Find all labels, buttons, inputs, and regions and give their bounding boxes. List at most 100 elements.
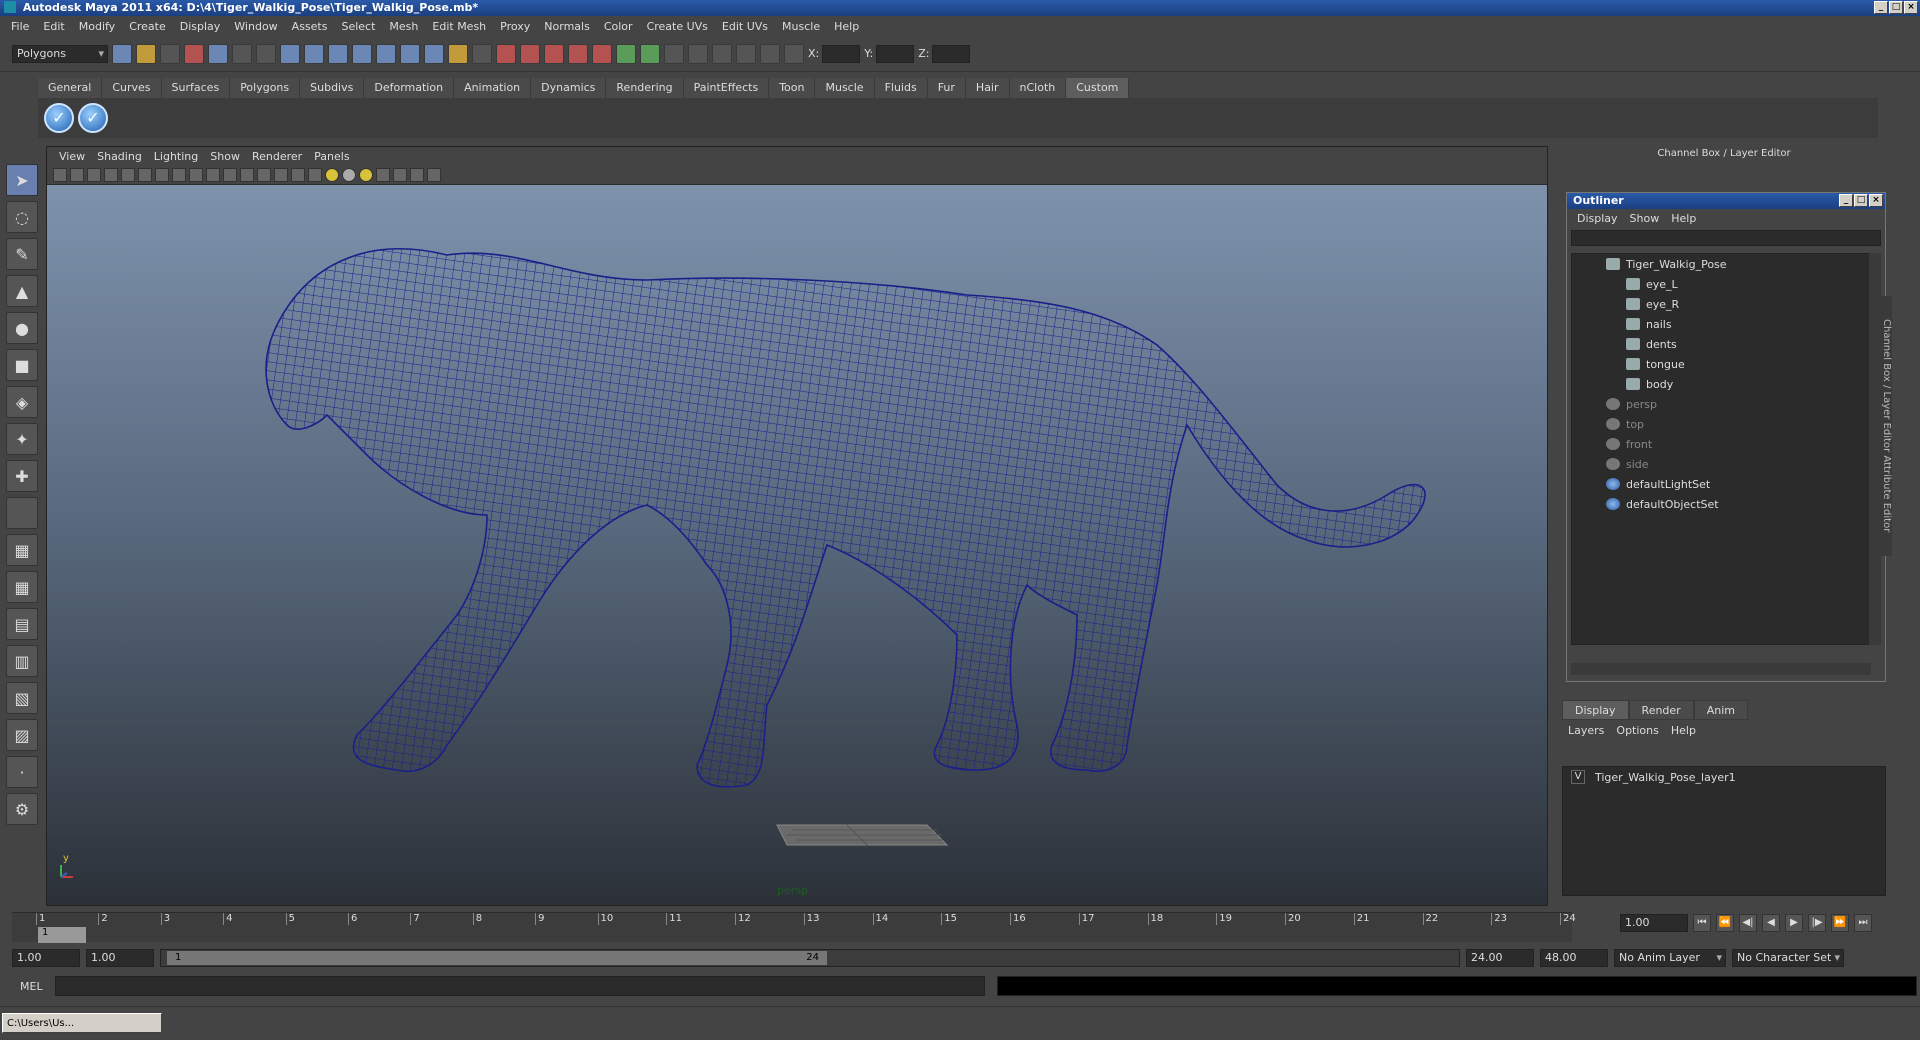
select-hierarchy-icon[interactable] <box>184 43 204 64</box>
rotate-tool-icon[interactable]: ● <box>6 312 38 344</box>
range-slider-handle[interactable]: 1 24 <box>167 951 827 965</box>
hypershade-layout-icon[interactable]: ▧ <box>6 682 38 714</box>
outliner-minimize-button[interactable]: _ <box>1839 194 1853 207</box>
shelf-tab-deformation[interactable]: Deformation <box>364 78 455 98</box>
viewport-menu-show[interactable]: Show <box>204 150 246 163</box>
camera-icon-4[interactable] <box>760 43 780 64</box>
camera-icon-2[interactable] <box>712 43 732 64</box>
layer-tab-render[interactable]: Render <box>1628 700 1694 720</box>
animation-start-field[interactable]: 1.00 <box>12 949 80 967</box>
camera-icon[interactable] <box>688 43 708 64</box>
select-tool-icon[interactable]: ➤ <box>6 164 38 196</box>
outliner-item[interactable]: front <box>1572 434 1870 454</box>
close-button[interactable]: × <box>1904 1 1918 14</box>
outliner-menu-show[interactable]: Show <box>1624 212 1666 225</box>
character-set-dropdown[interactable]: No Character Set <box>1732 949 1844 967</box>
viewport-menu-lighting[interactable]: Lighting <box>148 150 204 163</box>
menu-set-dropdown[interactable]: Polygons <box>12 44 108 63</box>
graph-layout-icon[interactable]: ▥ <box>6 645 38 677</box>
layer-visibility-toggle[interactable]: V <box>1571 770 1585 784</box>
layer-menu-layers[interactable]: Layers <box>1562 724 1610 737</box>
step-back-key-icon[interactable]: ◀| <box>1739 914 1757 932</box>
menu-normals[interactable]: Normals <box>537 20 597 33</box>
outliner-horizontal-scrollbar[interactable] <box>1571 663 1871 675</box>
animation-end-field[interactable]: 48.00 <box>1540 949 1608 967</box>
layer-tab-anim[interactable]: Anim <box>1693 700 1748 720</box>
grid-icon[interactable] <box>138 167 152 182</box>
outliner-item[interactable]: dents <box>1572 334 1870 354</box>
outliner-item[interactable]: defaultLightSet <box>1572 474 1870 494</box>
menu-assets[interactable]: Assets <box>285 20 335 33</box>
mel-input[interactable] <box>54 976 985 996</box>
menu-help[interactable]: Help <box>827 20 866 33</box>
render-view-icon[interactable] <box>592 43 612 64</box>
anim-layer-dropdown[interactable]: No Anim Layer <box>1614 949 1726 967</box>
xray-icon[interactable] <box>393 167 407 182</box>
move-tool-icon[interactable]: ▲ <box>6 275 38 307</box>
resolution-gate-icon[interactable] <box>172 167 186 182</box>
outliner-item[interactable]: body <box>1572 374 1870 394</box>
menu-modify[interactable]: Modify <box>72 20 122 33</box>
toolbox-options-icon[interactable]: ⚙ <box>6 793 38 825</box>
image-plane-icon[interactable] <box>104 167 118 182</box>
filter-icon[interactable] <box>256 43 276 64</box>
shelf-tab-custom[interactable]: Custom <box>1066 78 1130 98</box>
gate-mask-icon[interactable] <box>189 167 203 182</box>
snap-curve-icon[interactable] <box>304 43 324 64</box>
select-component-icon[interactable] <box>232 43 252 64</box>
soft-modification-icon[interactable]: ✦ <box>6 423 38 455</box>
xray-joints-icon[interactable] <box>410 167 424 182</box>
menu-edit-mesh[interactable]: Edit Mesh <box>425 20 493 33</box>
range-slider-bar[interactable]: 1 24 <box>160 949 1460 967</box>
shelf-tab-polygons[interactable]: Polygons <box>230 78 301 98</box>
shelf-tab-subdivs[interactable]: Subdivs <box>300 78 365 98</box>
select-object-icon[interactable] <box>208 43 228 64</box>
outliner-item[interactable]: eye_R <box>1572 294 1870 314</box>
default-light-icon[interactable] <box>359 167 373 182</box>
shelf-tab-general[interactable]: General <box>38 78 103 98</box>
outliner-item[interactable]: defaultObjectSet <box>1572 494 1870 514</box>
custom-layout-icon[interactable]: · <box>6 756 38 788</box>
go-to-start-icon[interactable]: ⏮ <box>1693 914 1711 932</box>
shelf-tab-muscle[interactable]: Muscle <box>815 78 875 98</box>
layer-menu-help[interactable]: Help <box>1665 724 1702 737</box>
outliner-close-button[interactable]: × <box>1869 194 1883 207</box>
tiger-mesh[interactable] <box>265 248 1426 788</box>
camera-attributes-icon[interactable] <box>70 167 84 182</box>
menu-file[interactable]: File <box>4 20 36 33</box>
render-frame-icon[interactable] <box>496 43 516 64</box>
outliner-layout-icon[interactable]: ▤ <box>6 608 38 640</box>
layer-menu-options[interactable]: Options <box>1610 724 1664 737</box>
script-layout-icon[interactable]: ▨ <box>6 719 38 751</box>
playback-end-field[interactable]: 24.00 <box>1466 949 1534 967</box>
shelf-tab-animation[interactable]: Animation <box>454 78 532 98</box>
select-camera-icon[interactable] <box>53 167 67 182</box>
menu-window[interactable]: Window <box>227 20 284 33</box>
shelf-tab-hair[interactable]: Hair <box>965 78 1010 98</box>
outliner-item[interactable]: top <box>1572 414 1870 434</box>
outliner-menu-help[interactable]: Help <box>1665 212 1702 225</box>
menu-select[interactable]: Select <box>334 20 382 33</box>
show-manipulator-icon[interactable]: ✚ <box>6 460 38 492</box>
menu-edit-uvs[interactable]: Edit UVs <box>715 20 775 33</box>
time-slider[interactable]: 1 2 3 4 5 6 7 8 9 10 11 12 13 14 15 16 17 18 19 20 21 22 23 24 … <box>12 912 1576 943</box>
shelf-tab-dynamics[interactable]: Dynamics <box>531 78 607 98</box>
viewport-menu-renderer[interactable]: Renderer <box>246 150 308 163</box>
history-icon[interactable] <box>400 43 420 64</box>
step-forward-key-icon[interactable]: |▶ <box>1808 914 1826 932</box>
play-backward-icon[interactable]: ◀ <box>1762 914 1780 932</box>
menu-color[interactable]: Color <box>597 20 640 33</box>
camera-icon-3[interactable] <box>736 43 756 64</box>
z-coordinate-field[interactable] <box>932 44 971 63</box>
shelf-tab-fluids[interactable]: Fluids <box>874 78 928 98</box>
lasso-tool-icon[interactable]: ◌ <box>6 201 38 233</box>
command-line-label[interactable]: MEL <box>20 980 43 993</box>
viewport-menu-shading[interactable]: Shading <box>91 150 148 163</box>
menu-proxy[interactable]: Proxy <box>493 20 537 33</box>
render-settings-icon[interactable] <box>544 43 564 64</box>
smooth-shade-icon[interactable] <box>274 167 288 182</box>
current-frame-marker[interactable]: 1 <box>38 927 86 943</box>
lock-icon[interactable] <box>448 43 468 64</box>
menu-muscle[interactable]: Muscle <box>775 20 827 33</box>
scene-view[interactable]: y persp <box>47 185 1547 905</box>
